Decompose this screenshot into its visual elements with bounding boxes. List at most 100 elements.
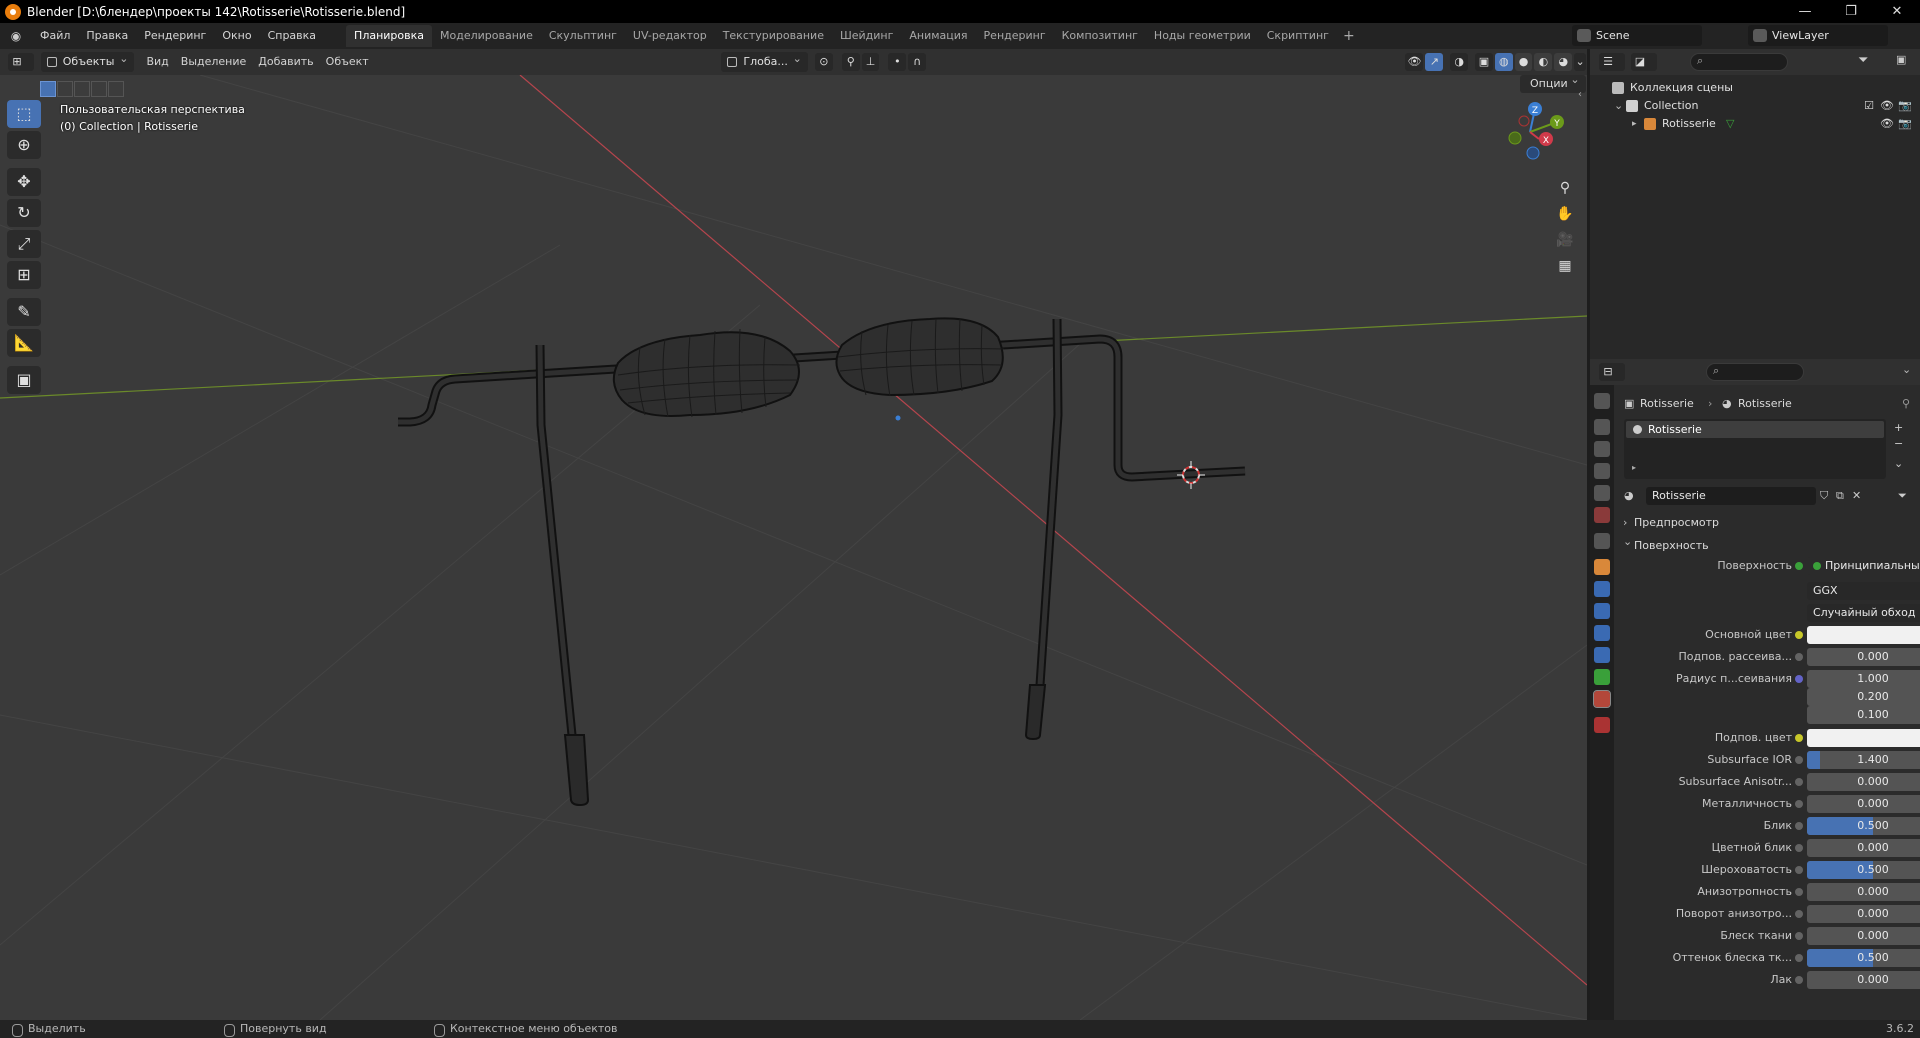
number-slider[interactable]: 0.000 xyxy=(1807,773,1920,791)
select-new-icon[interactable] xyxy=(40,81,56,97)
number-slider[interactable]: 0.000 xyxy=(1807,905,1920,923)
number-slider[interactable]: 0.000 xyxy=(1807,971,1920,989)
socket-dot-icon[interactable] xyxy=(1795,562,1803,570)
tool-tab-icon[interactable] xyxy=(1594,393,1610,409)
material-slot-list[interactable]: Rotisserie ▸ xyxy=(1624,419,1886,479)
tool-move[interactable]: ✥ xyxy=(7,168,41,196)
editor-type-icon[interactable]: ⊞ xyxy=(8,53,34,71)
menu-select[interactable]: Выделение xyxy=(175,52,253,72)
mode-selector[interactable]: Объекты xyxy=(40,49,135,72)
maximize-button[interactable]: ❐ xyxy=(1828,0,1874,23)
gizmo-toggle-icon[interactable]: ↗ xyxy=(1425,53,1444,71)
snap-icon[interactable]: ⚲ xyxy=(841,53,860,71)
outliner-editor-type-icon[interactable]: ☰ xyxy=(1599,53,1625,71)
object-tab-icon[interactable] xyxy=(1594,559,1610,575)
select-invert-icon[interactable] xyxy=(91,81,107,97)
add-workspace-button[interactable]: + xyxy=(1337,28,1361,44)
visibility-icon[interactable]: 👁 xyxy=(1405,53,1424,71)
mesh-data-icon[interactable]: ▽ xyxy=(1726,115,1734,133)
duplicate-material-icon[interactable]: ⧉ xyxy=(1836,489,1844,503)
tab-scripting[interactable]: Скриптинг xyxy=(1259,25,1337,47)
overlay-toggle-icon[interactable]: ◑ xyxy=(1450,53,1468,71)
number-slider[interactable]: 0.000 xyxy=(1807,883,1920,901)
camera-render-icon[interactable]: 📷 xyxy=(1898,97,1912,115)
socket-dot-icon[interactable] xyxy=(1795,734,1803,742)
rotisserie-wireframe[interactable] xyxy=(398,317,1246,807)
number-slider[interactable]: 0.500 xyxy=(1807,861,1920,879)
view-layer-selector[interactable]: ViewLayer xyxy=(1748,25,1888,46)
socket-dot-icon[interactable] xyxy=(1795,778,1803,786)
tab-modeling[interactable]: Моделирование xyxy=(432,25,541,47)
socket-dot-icon[interactable] xyxy=(1795,756,1803,764)
tab-uv-editing[interactable]: UV-редактор xyxy=(625,25,715,47)
socket-dot-icon[interactable] xyxy=(1795,631,1803,639)
socket-dot-icon[interactable] xyxy=(1795,675,1803,683)
outliner-row-rotisserie[interactable]: ▸ Rotisserie ▽ 👁 📷 xyxy=(1590,115,1920,133)
properties-search-input[interactable]: ⌕ xyxy=(1706,363,1804,381)
exclude-checkbox-icon[interactable]: ☑ xyxy=(1862,97,1876,115)
tool-measure[interactable]: 📐 xyxy=(7,329,41,357)
display-mode-icon[interactable]: ◪ xyxy=(1631,53,1657,71)
number-slider[interactable]: 0.000 xyxy=(1807,927,1920,945)
sidebar-toggle-chevron-icon[interactable]: ‹ xyxy=(1578,89,1582,100)
material-shading-icon[interactable]: ◐ xyxy=(1534,53,1553,71)
wireframe-shading-icon[interactable]: ◍ xyxy=(1494,53,1513,71)
number-slider[interactable]: 0.100 xyxy=(1807,706,1920,724)
tool-add-cube[interactable]: ▣ xyxy=(7,366,41,394)
slot-specials-chevron-icon[interactable]: ⌄ xyxy=(1894,457,1903,470)
color-swatch[interactable] xyxy=(1807,626,1920,644)
number-slider[interactable]: 1.400 xyxy=(1807,751,1920,769)
blender-menu-icon[interactable]: ◉ xyxy=(8,29,24,43)
navigation-gizmo[interactable]: Z Y X xyxy=(1495,97,1565,167)
socket-dot-icon[interactable] xyxy=(1795,866,1803,874)
material-tab-icon[interactable] xyxy=(1593,690,1611,708)
tool-scale[interactable]: ⤢ xyxy=(7,230,41,258)
fake-user-shield-icon[interactable]: ⛉ xyxy=(1820,489,1828,503)
menu-file[interactable]: Файл xyxy=(32,25,78,47)
tool-rotate[interactable]: ↻ xyxy=(7,199,41,227)
panel-preview[interactable]: Предпросмотр xyxy=(1620,513,1918,533)
tab-rendering[interactable]: Рендеринг xyxy=(976,25,1054,47)
output-tab-icon[interactable] xyxy=(1594,441,1610,457)
proportional-edit-icon[interactable]: • xyxy=(888,53,907,71)
falloff-icon[interactable]: ∩ xyxy=(908,53,927,71)
select-intersect-icon[interactable] xyxy=(108,81,124,97)
ortho-grid-icon[interactable]: ▦ xyxy=(1552,253,1578,279)
world-tab-icon[interactable] xyxy=(1594,507,1610,523)
camera-view-icon[interactable]: 🎥 xyxy=(1552,227,1578,253)
property-dropdown[interactable]: Случайный обход xyxy=(1807,604,1920,622)
number-slider[interactable]: 0.200 xyxy=(1807,688,1920,706)
tool-annotate[interactable]: ✎ xyxy=(7,298,41,326)
snap-target-icon[interactable]: ⊥ xyxy=(861,53,880,71)
socket-dot-icon[interactable] xyxy=(1795,976,1803,984)
menu-object[interactable]: Объект xyxy=(320,52,375,72)
tool-transform[interactable]: ⊞ xyxy=(7,261,41,289)
number-slider[interactable]: 0.000 xyxy=(1807,795,1920,813)
menu-add[interactable]: Добавить xyxy=(252,52,319,72)
shader-link-field[interactable]: Принципиальный BSDF xyxy=(1807,557,1920,575)
solid-shading-icon[interactable]: ● xyxy=(1514,53,1533,71)
socket-dot-icon[interactable] xyxy=(1795,932,1803,940)
scene-selector[interactable]: Scene xyxy=(1572,25,1702,46)
xray-toggle-icon[interactable]: ▣ xyxy=(1474,53,1493,71)
menu-render[interactable]: Рендеринг xyxy=(136,25,214,47)
options-dropdown[interactable]: Опции xyxy=(1520,75,1586,93)
select-extend-icon[interactable] xyxy=(57,81,73,97)
number-slider[interactable]: 0.000 xyxy=(1807,839,1920,857)
modifiers-tab-icon[interactable] xyxy=(1594,581,1610,597)
filter-icon[interactable]: ⏷ xyxy=(1858,53,1868,68)
select-subtract-icon[interactable] xyxy=(74,81,90,97)
minimize-button[interactable]: — xyxy=(1782,0,1828,23)
view-layer-tab-icon[interactable] xyxy=(1594,463,1610,479)
menu-help[interactable]: Справка xyxy=(260,25,324,47)
scene-tab-icon[interactable] xyxy=(1594,485,1610,501)
number-slider[interactable]: 0.000 xyxy=(1807,648,1920,666)
number-slider[interactable]: 0.500 xyxy=(1807,949,1920,967)
link-filter-icon[interactable]: ⏷ xyxy=(1898,489,1907,503)
property-dropdown[interactable]: GGX xyxy=(1807,582,1920,600)
material-slot-row[interactable]: Rotisserie xyxy=(1626,421,1884,438)
transform-orientation-selector[interactable]: Глоба... xyxy=(721,49,808,72)
tab-compositing[interactable]: Композитинг xyxy=(1054,25,1146,47)
tab-shading[interactable]: Шейдинг xyxy=(832,25,901,47)
outliner-row-collection[interactable]: ⌄ Collection ☑ 👁 📷 xyxy=(1590,97,1920,115)
